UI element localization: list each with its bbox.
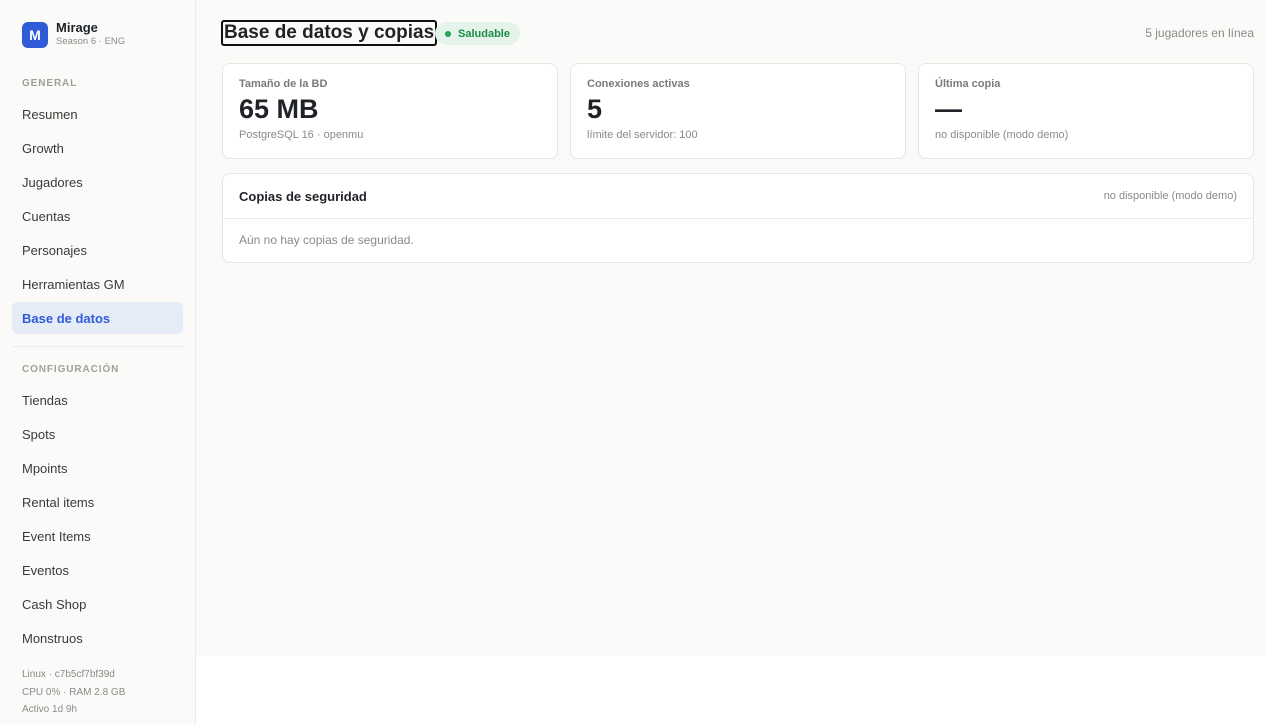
brand-text: Mirage Season 6 · ENG — [56, 21, 125, 48]
sidebar-item-rental-items[interactable]: Rental items — [12, 486, 183, 518]
sidebar-item-jugadores[interactable]: Jugadores — [12, 166, 183, 198]
card-label: Conexiones activas — [587, 78, 690, 90]
sidebar-item-growth[interactable]: Growth — [12, 132, 183, 164]
system-host: Linux · c7b5cf7bf39d — [22, 669, 115, 680]
sidebar-item-cash-shop[interactable]: Cash Shop — [12, 588, 183, 620]
section-title-general: GENERAL — [22, 78, 78, 89]
card-sub: límite del servidor: 100 — [587, 129, 698, 141]
stat-cards: Tamaño de la BD 65 MB PostgreSQL 16 · op… — [222, 63, 1254, 159]
system-info: Linux · c7b5cf7bf39d CPU 0% · RAM 2.8 GB… — [22, 666, 125, 719]
sidebar-divider — [12, 346, 183, 347]
card-value: — — [935, 94, 962, 124]
card-sub: PostgreSQL 16 · openmu — [239, 129, 364, 141]
sidebar-item-herramientas-gm[interactable]: Herramientas GM — [12, 268, 183, 300]
card-label: Última copia — [935, 78, 1001, 90]
backups-title: Copias de seguridad — [239, 188, 367, 204]
card-value: 65 MB — [239, 94, 319, 124]
section-title-configuracion: CONFIGURACIÓN — [22, 364, 120, 375]
brand-name: Mirage — [56, 20, 98, 35]
backups-empty-state: Aún no hay copias de seguridad. — [239, 233, 414, 247]
page-title: Base de datos y copias — [221, 20, 438, 46]
card-value: 5 — [587, 94, 603, 124]
brand[interactable]: M Mirage Season 6 · ENG — [22, 21, 125, 48]
sidebar-item-base-de-datos[interactable]: Base de datos — [12, 302, 183, 334]
status-badge-label: Saludable — [458, 27, 510, 40]
sidebar: M Mirage Season 6 · ENG GENERAL Resumen … — [0, 0, 196, 724]
stat-card-connections: Conexiones activas 5 límite del servidor… — [570, 63, 906, 159]
card-sub: no disponible (modo demo) — [935, 129, 1069, 141]
card-label: Tamaño de la BD — [239, 78, 328, 90]
sidebar-item-event-items[interactable]: Event Items — [12, 520, 183, 552]
stat-card-db-size: Tamaño de la BD 65 MB PostgreSQL 16 · op… — [222, 63, 558, 159]
stat-card-last-backup: Última copia — no disponible (modo demo) — [918, 63, 1254, 159]
sidebar-item-personajes[interactable]: Personajes — [12, 234, 183, 266]
sidebar-item-spots[interactable]: Spots — [12, 418, 183, 450]
sidebar-item-tiendas[interactable]: Tiendas — [12, 384, 183, 416]
status-dot-icon — [445, 30, 451, 37]
nav-general: Resumen Growth Jugadores Cuentas Persona… — [12, 98, 183, 336]
backups-panel-header: Copias de seguridad no disponible (modo … — [223, 174, 1253, 219]
system-uptime: Activo 1d 9h — [22, 704, 78, 715]
sidebar-item-resumen[interactable]: Resumen — [12, 98, 183, 130]
online-players: 5 jugadores en línea — [1145, 26, 1254, 40]
status-badge: Saludable — [435, 22, 520, 45]
brand-logo: M — [22, 21, 48, 48]
sidebar-item-cuentas[interactable]: Cuentas — [12, 200, 183, 232]
sidebar-item-eventos[interactable]: Eventos — [12, 554, 183, 586]
nav-configuracion: Tiendas Spots Mpoints Rental items Event… — [12, 384, 183, 656]
backups-note: no disponible (modo demo) — [1103, 190, 1237, 202]
sidebar-item-monstruos[interactable]: Monstruos — [12, 622, 183, 654]
backups-panel: Copias de seguridad no disponible (modo … — [222, 173, 1254, 263]
main-content: Base de datos y copias Saludable 5 jugad… — [196, 0, 1265, 656]
system-resources: CPU 0% · RAM 2.8 GB — [22, 686, 126, 698]
sidebar-item-mpoints[interactable]: Mpoints — [12, 452, 183, 484]
brand-subtitle: Season 6 · ENG — [56, 36, 126, 47]
